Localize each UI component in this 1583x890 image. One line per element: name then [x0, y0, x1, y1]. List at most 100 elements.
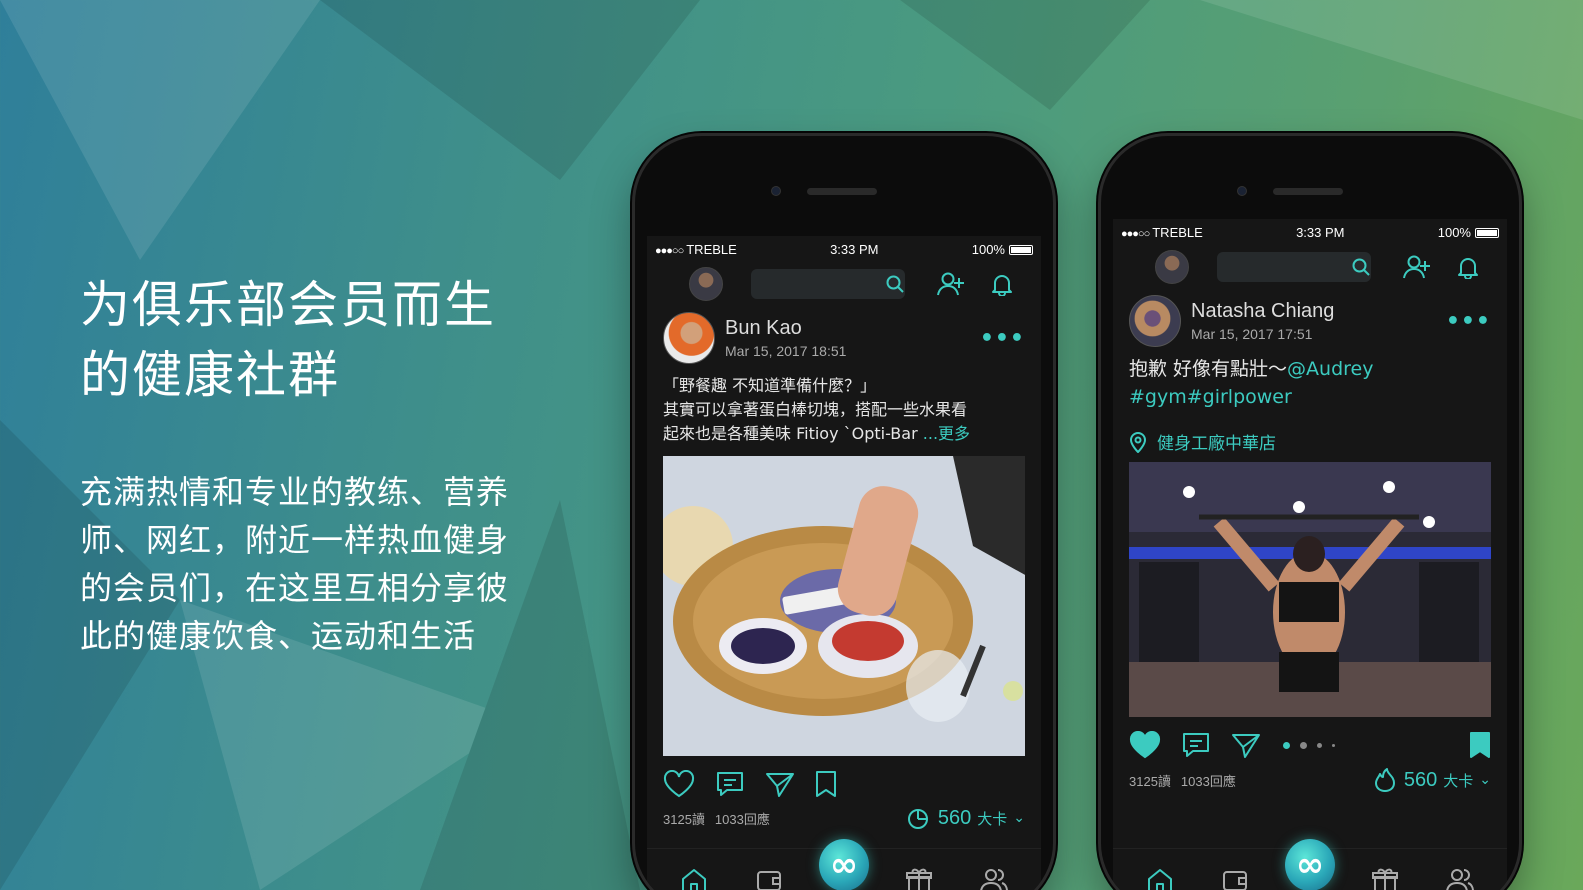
bookmark-icon[interactable]	[815, 770, 837, 798]
chevron-down-icon: ⌄	[1479, 772, 1491, 788]
pie-chart-icon	[906, 806, 930, 830]
more-options-icon[interactable]: •••	[980, 326, 1025, 351]
author-avatar[interactable]	[1129, 295, 1181, 347]
user-avatar[interactable]	[1155, 250, 1189, 284]
battery-percent: 100%	[971, 241, 1005, 257]
infinity-button[interactable]: ∞	[1284, 838, 1335, 890]
search-input[interactable]	[1217, 252, 1371, 282]
tab-gift[interactable]	[1360, 867, 1410, 890]
top-nav	[1113, 245, 1507, 289]
comment-icon[interactable]	[715, 770, 745, 798]
bell-icon[interactable]	[1457, 255, 1479, 279]
tab-home[interactable]	[1135, 867, 1185, 890]
author-name[interactable]: Bun Kao	[725, 317, 846, 340]
share-icon[interactable]	[1231, 731, 1261, 759]
reply-count[interactable]: 1033回應	[1181, 771, 1236, 790]
user-avatar[interactable]	[689, 267, 723, 301]
search-icon	[885, 274, 905, 294]
tab-home[interactable]	[669, 867, 719, 890]
post-text-line: 抱歉 好像有點壯～	[1129, 358, 1288, 380]
tab-center[interactable]: ∞	[818, 838, 869, 890]
signal-icon: ●●●○○	[1121, 227, 1150, 240]
post-header: Bun Kao Mar 15, 2017 18:51 •••	[647, 306, 1041, 364]
flame-icon	[1374, 767, 1396, 793]
phone-mockup-1: ●●●○○ TREBLE 3:33 PM 100% Bun Kao Mar 15,…	[632, 133, 1056, 890]
hero-desc-line: 师、网红，附近一样热血健身	[80, 521, 510, 559]
hero-desc-line: 的会员们，在这里互相分享彼	[80, 569, 510, 607]
members-icon	[1445, 867, 1475, 890]
location-pin-icon	[1129, 431, 1147, 453]
battery-icon	[1008, 245, 1033, 256]
status-bar: ●●●○○ TREBLE 3:33 PM 100%	[647, 236, 1041, 262]
search-input[interactable]	[751, 269, 905, 299]
post-header: Natasha Chiang Mar 15, 2017 17:51 •••	[1113, 289, 1507, 347]
mention-link[interactable]: @Audrey	[1287, 358, 1373, 380]
top-nav	[647, 262, 1041, 306]
chevron-down-icon: ⌄	[1013, 810, 1025, 826]
post-actions	[647, 770, 1041, 798]
wallet-icon	[755, 867, 783, 890]
reply-count[interactable]: 1033回應	[715, 809, 770, 828]
add-user-icon[interactable]	[937, 271, 965, 297]
home-icon	[1146, 867, 1174, 890]
carousel-dot	[1332, 743, 1335, 747]
carousel-dot	[1300, 741, 1307, 749]
infinity-button[interactable]: ∞	[818, 838, 869, 890]
phone-speaker	[1273, 188, 1343, 195]
status-time: 3:33 PM	[830, 241, 879, 257]
post-location[interactable]: 健身工廠中華店	[1113, 411, 1507, 454]
calorie-badge[interactable]: 560 大卡 ⌄	[1374, 767, 1491, 793]
battery-icon	[1474, 228, 1499, 239]
post-stats: 3125讀 1033回應 560 大卡 ⌄	[647, 806, 1041, 830]
hero-title-line: 为俱乐部会员而生	[80, 276, 496, 334]
carousel-dot-active	[1283, 741, 1290, 749]
gift-icon	[905, 867, 933, 890]
phone-mockup-2: ●●●○○ TREBLE 3:33 PM 100% Natasha Chiang …	[1098, 133, 1522, 890]
hashtag-link[interactable]: #gym#girlpower	[1129, 383, 1491, 411]
tab-wallet[interactable]	[1210, 867, 1260, 890]
bookmark-icon[interactable]	[1469, 731, 1491, 759]
carousel-dots[interactable]	[1283, 741, 1345, 749]
bell-icon[interactable]	[991, 272, 1013, 296]
read-count: 3125讀	[663, 811, 705, 827]
phone-camera	[1237, 186, 1247, 196]
tab-gift[interactable]	[894, 867, 944, 890]
post-photo[interactable]	[663, 456, 1025, 756]
infinity-icon: ∞	[1295, 844, 1325, 885]
carousel-dot	[1317, 742, 1322, 748]
add-user-icon[interactable]	[1403, 254, 1431, 280]
phone-speaker	[807, 188, 877, 195]
comment-icon[interactable]	[1181, 731, 1211, 759]
post-text-line: 起來也是各種美味 Fitioy `Opti-Bar	[663, 424, 923, 443]
read-count: 3125讀	[1129, 773, 1171, 789]
calorie-unit: 大卡	[1443, 771, 1474, 790]
search-icon	[1351, 257, 1371, 277]
signal-icon: ●●●○○	[655, 244, 684, 257]
share-icon[interactable]	[765, 770, 795, 798]
status-time: 3:33 PM	[1296, 224, 1345, 240]
tab-wallet[interactable]	[744, 867, 794, 890]
more-options-icon[interactable]: •••	[1446, 309, 1491, 334]
author-avatar[interactable]	[663, 312, 715, 364]
like-icon[interactable]	[1129, 731, 1161, 759]
post-photo[interactable]	[1129, 462, 1491, 717]
bottom-tab-bar: ∞	[1113, 838, 1507, 890]
tab-members[interactable]	[1435, 867, 1485, 890]
gym-photo	[1129, 462, 1491, 717]
picnic-photo	[663, 456, 1025, 756]
tab-members[interactable]	[969, 867, 1019, 890]
location-label: 健身工廠中華店	[1157, 434, 1276, 454]
post-stats: 3125讀 1033回應 560 大卡 ⌄	[1113, 767, 1507, 793]
tab-center[interactable]: ∞	[1284, 838, 1335, 890]
phone-screen: ●●●○○ TREBLE 3:33 PM 100% Natasha Chiang …	[1113, 219, 1507, 890]
read-more-link[interactable]: ...更多	[923, 424, 970, 443]
post-actions	[1113, 731, 1507, 759]
phone-screen: ●●●○○ TREBLE 3:33 PM 100% Bun Kao Mar 15,…	[647, 236, 1041, 890]
carrier-label: TREBLE	[1152, 224, 1203, 240]
infinity-icon: ∞	[829, 844, 859, 885]
battery-percent: 100%	[1437, 224, 1471, 240]
author-name[interactable]: Natasha Chiang	[1191, 300, 1334, 323]
like-icon[interactable]	[663, 770, 695, 798]
calorie-value: 560	[937, 806, 972, 829]
calorie-badge[interactable]: 560 大卡 ⌄	[906, 806, 1025, 830]
